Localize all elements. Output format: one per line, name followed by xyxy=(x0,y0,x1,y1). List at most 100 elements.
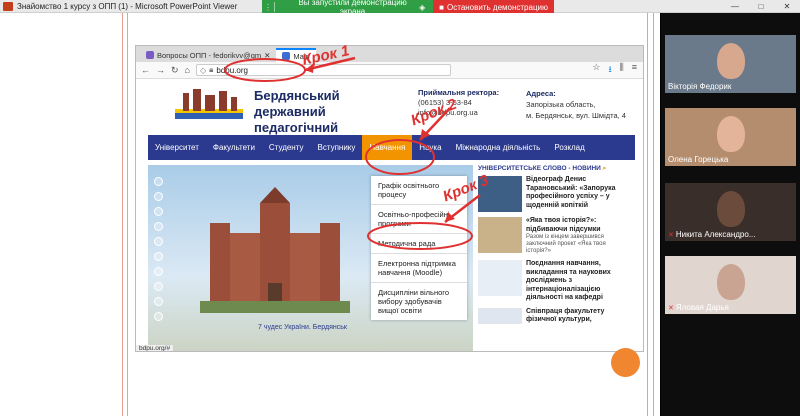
slide-guide-right xyxy=(647,13,648,416)
menu-item-programs[interactable]: Освітньо-професійні програми xyxy=(371,205,467,234)
close-button[interactable]: ✕ xyxy=(774,0,800,13)
library-icon[interactable]: ⫼ xyxy=(620,62,624,78)
nav-university[interactable]: Університет xyxy=(148,143,206,152)
slider-dot[interactable] xyxy=(154,282,163,291)
status-url: bdpu.org/# xyxy=(136,345,174,351)
forward-icon[interactable]: → xyxy=(156,65,165,75)
nav-applicant[interactable]: Вступнику xyxy=(310,143,362,152)
reception-title: Приймальня ректора: xyxy=(418,88,500,97)
bookmark-star-icon[interactable]: ☆ xyxy=(592,62,600,78)
news-title: «Яка твоя історія?»: підбиваючи підсумки xyxy=(526,217,601,233)
nav-student[interactable]: Студенту xyxy=(262,143,311,152)
nav-international[interactable]: Міжнародна діяльність xyxy=(449,143,548,152)
news-item[interactable]: «Яка твоя історія?»: підбиваючи підсумки… xyxy=(478,217,630,255)
participant-video xyxy=(716,43,745,79)
address-title: Адреса: xyxy=(526,89,556,98)
minimize-button[interactable]: — xyxy=(722,0,748,13)
participant-tile[interactable]: ✕ Яловая Дарья xyxy=(665,256,796,314)
news-item[interactable]: Поєднання навчання, викладання та науков… xyxy=(478,260,630,303)
nav-education[interactable]: Навчання xyxy=(362,135,413,160)
slider-dot[interactable] xyxy=(154,192,163,201)
address-line1: Запорізька область, xyxy=(526,100,596,109)
news-thumbnail xyxy=(478,260,522,296)
maximize-button[interactable]: □ xyxy=(748,0,774,13)
pointer-dot xyxy=(611,348,640,377)
nav-faculties[interactable]: Факультети xyxy=(206,143,262,152)
shield-icon: ◈ xyxy=(419,2,426,12)
browser-screenshot: Вопросы ОПП - fedorikvv@gm ✕ Main ← → ↻ ⌂… xyxy=(135,45,644,352)
participants-panel: Вікторія Федорик Олена Горецька ✕ Никита … xyxy=(661,13,800,416)
website-content: Бердянський державний педагогічний уніве… xyxy=(136,79,643,351)
stop-icon: ■ xyxy=(439,2,445,12)
home-icon[interactable]: ⌂ xyxy=(185,65,190,75)
menu-item-electives[interactable]: Дисципліни вільного вибору здобувачів ви… xyxy=(371,283,467,320)
window-title: Знайомство 1 курсу з ОПП (1) - Microsoft… xyxy=(17,1,238,11)
slide-guide-left-2 xyxy=(127,13,128,416)
participant-video xyxy=(716,264,745,300)
slide-guide-left xyxy=(122,13,123,416)
menu-item-moodle[interactable]: Електронна підтримка навчання (Moodle) xyxy=(371,254,467,283)
url-text: bdpu.org xyxy=(216,65,248,75)
drag-handle-icon[interactable]: ⋮ xyxy=(262,3,274,12)
news-title: Співпраця факультету фізичної культури, xyxy=(526,307,605,324)
university-logo-icon xyxy=(175,89,243,119)
slider-dots xyxy=(154,177,163,321)
shield-icon: ◇ xyxy=(199,65,207,75)
site-icon xyxy=(282,52,291,60)
tab-questions[interactable]: Вопросы ОПП - fedorikvv@gm ✕ xyxy=(140,48,276,62)
participant-tile[interactable]: Вікторія Федорик xyxy=(665,35,796,93)
slider-dot[interactable] xyxy=(154,297,163,306)
participant-video xyxy=(716,191,745,227)
news-thumbnail xyxy=(478,307,522,324)
nav-science[interactable]: Наука xyxy=(412,143,448,152)
participant-name: Олена Горецька xyxy=(668,155,729,164)
participant-name: ✕ Никита Александро... xyxy=(668,230,756,239)
menu-item-method-council[interactable]: Методична рада xyxy=(371,234,467,254)
news-header: УНІВЕРСИТЕТСЬКЕ СЛОВО - НОВИНИ ⌕ xyxy=(478,165,630,176)
slider-dot[interactable] xyxy=(154,267,163,276)
address-line2: м. Бердянськ, вул. Шмідта, 4 xyxy=(526,111,626,120)
news-item[interactable]: Відеограф Денис Тарановський: «Запорука … xyxy=(478,176,630,212)
screen-share-bar: ⋮ Вы запустили демонстрацию экрана ◈ ■ Ос… xyxy=(262,0,554,16)
stop-sharing-button[interactable]: ■ Остановить демонстрацию xyxy=(433,0,554,14)
news-item[interactable]: Співпраця факультету фізичної культури, xyxy=(478,307,630,325)
slider-dot[interactable] xyxy=(154,237,163,246)
news-title: Відеограф Денис Тарановський: «Запорука … xyxy=(526,176,616,209)
slider-dot[interactable] xyxy=(154,252,163,261)
university-name-line1: Бердянський державний xyxy=(254,88,340,119)
participant-name: ✕ Яловая Дарья xyxy=(668,303,729,312)
slider-dot[interactable] xyxy=(154,312,163,321)
nav-schedule[interactable]: Розклад xyxy=(547,143,591,152)
participant-tile[interactable]: ✕ Никита Александро... xyxy=(665,183,796,241)
search-icon[interactable]: ⌕ xyxy=(603,165,607,172)
participant-name: Вікторія Федорик xyxy=(668,82,732,91)
news-subtitle: Разом із кінцем завершився заключний про… xyxy=(526,234,606,254)
hero-caption[interactable]: 7 чудес України. Бердянськ xyxy=(258,324,347,331)
mic-muted-icon: ✕ xyxy=(668,231,674,239)
lock-icon: 🔒︎ xyxy=(209,65,214,74)
site-header: Бердянський державний педагогічний уніве… xyxy=(136,79,643,151)
address-bar[interactable]: ◇ 🔒︎ bdpu.org xyxy=(195,64,451,76)
browser-toolbar: ← → ↻ ⌂ ◇ 🔒︎ bdpu.org ☆ ⭳ ⫼ ≡ xyxy=(136,62,643,79)
close-tab-icon[interactable]: ✕ xyxy=(264,51,270,60)
download-icon[interactable]: ⭳ xyxy=(608,62,611,78)
slider-dot[interactable] xyxy=(154,222,163,231)
news-thumbnail xyxy=(478,217,522,253)
slider-dot[interactable] xyxy=(154,177,163,186)
slider-dot[interactable] xyxy=(154,207,163,216)
reload-icon[interactable]: ↻ xyxy=(171,65,179,76)
address-info: Адреса: Запорізька область, м. Бердянськ… xyxy=(526,88,626,121)
mic-muted-icon: ✕ xyxy=(668,304,674,312)
browser-tabs: Вопросы ОПП - fedorikvv@gm ✕ Main xyxy=(136,46,643,62)
site-navbar: Університет Факультети Студенту Вступник… xyxy=(148,135,635,160)
slide-guide-right-2 xyxy=(653,13,654,416)
stop-sharing-label: Остановить демонстрацию xyxy=(447,2,548,12)
menu-icon[interactable]: ≡ xyxy=(632,62,637,78)
news-title: Поєднання навчання, викладання та науков… xyxy=(526,260,611,301)
news-header-label: УНІВЕРСИТЕТСЬКЕ СЛОВО - НОВИНИ xyxy=(478,165,601,172)
tab-label: Вопросы ОПП - fedorikvv@gm xyxy=(157,50,262,60)
back-icon[interactable]: ← xyxy=(141,65,150,75)
forms-icon xyxy=(146,51,154,59)
participant-tile[interactable]: Олена Горецька xyxy=(665,108,796,166)
participant-video xyxy=(716,116,745,152)
